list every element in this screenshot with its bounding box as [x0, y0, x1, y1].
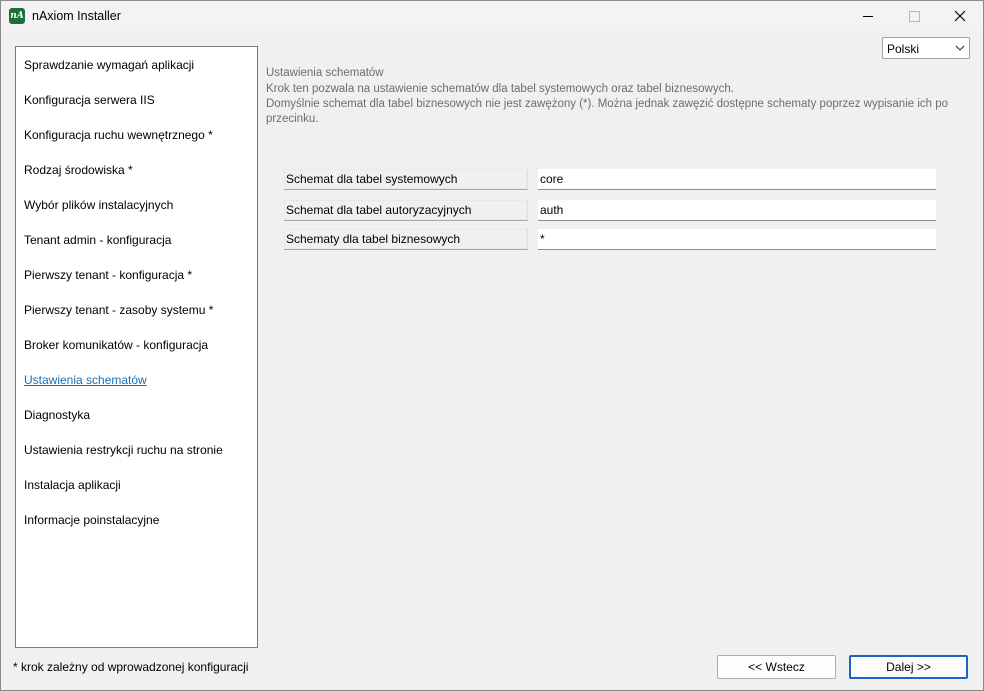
sidebar-item-first-tenant-config[interactable]: Pierwszy tenant - konfiguracja * [24, 268, 192, 282]
sidebar-item-diagnostics[interactable]: Diagnostyka [24, 408, 90, 422]
business-schemas-input[interactable] [538, 229, 936, 250]
window-title: nAxiom Installer [32, 9, 121, 23]
sidebar-item-internal-traffic[interactable]: Konfiguracja ruchu wewnętrznego * [24, 128, 213, 142]
sidebar-item-tenant-admin[interactable]: Tenant admin - konfiguracja [24, 233, 171, 247]
language-select-value: Polski [887, 42, 920, 56]
sidebar-item-iis[interactable]: Konfiguracja serwera IIS [24, 93, 155, 107]
sidebar-item-environment[interactable]: Rodzaj środowiska * [24, 163, 133, 177]
maximize-icon [908, 10, 920, 22]
system-schema-label: Schemat dla tabel systemowych [284, 169, 528, 190]
auth-schema-input[interactable] [538, 200, 936, 221]
sidebar-item-install-files[interactable]: Wybór plików instalacyjnych [24, 198, 173, 212]
sidebar-item-post-install[interactable]: Informacje poinstalacyjne [24, 513, 159, 527]
app-logo-icon: nA [9, 8, 25, 24]
system-schema-input[interactable] [538, 169, 936, 190]
close-icon [954, 10, 966, 22]
minimize-button[interactable] [845, 1, 891, 31]
footnote: * krok zależny od wprowadzonej konfigura… [13, 660, 249, 674]
sidebar-item-app-install[interactable]: Instalacja aplikacji [24, 478, 121, 492]
sidebar-item-first-tenant-resources[interactable]: Pierwszy tenant - zasoby systemu * [24, 303, 213, 317]
sidebar-item-traffic-restrictions[interactable]: Ustawienia restrykcji ruchu na stronie [24, 443, 223, 457]
minimize-icon [863, 15, 873, 17]
sidebar-item-requirements[interactable]: Sprawdzanie wymagań aplikacji [24, 58, 194, 72]
sidebar-item-broker[interactable]: Broker komunikatów - konfiguracja [24, 338, 208, 352]
description-line-2: Domyślnie schemat dla tabel biznesowych … [266, 98, 949, 125]
back-button[interactable]: << Wstecz [717, 655, 836, 679]
maximize-button[interactable] [891, 1, 937, 31]
close-button[interactable] [937, 1, 983, 31]
installer-window: nA nAxiom Installer Sprawdzanie wymagań … [0, 0, 984, 691]
description-line-1: Krok ten pozwala na ustawienie schematów… [266, 83, 734, 95]
language-select[interactable]: Polski [882, 37, 970, 59]
next-button[interactable]: Dalej >> [849, 655, 968, 679]
sidebar-item-schemas[interactable]: Ustawienia schematów [24, 373, 147, 387]
chevron-down-icon [955, 45, 965, 51]
title-bar: nA nAxiom Installer [1, 1, 983, 31]
section-title: Ustawienia schematów [266, 67, 384, 79]
business-schemas-label: Schematy dla tabel biznesowych [284, 229, 528, 250]
section-description: Krok ten pozwala na ustawienie schematów… [266, 82, 971, 127]
steps-sidebar: Sprawdzanie wymagań aplikacji Konfigurac… [15, 46, 258, 648]
auth-schema-label: Schemat dla tabel autoryzacyjnych [284, 200, 528, 221]
